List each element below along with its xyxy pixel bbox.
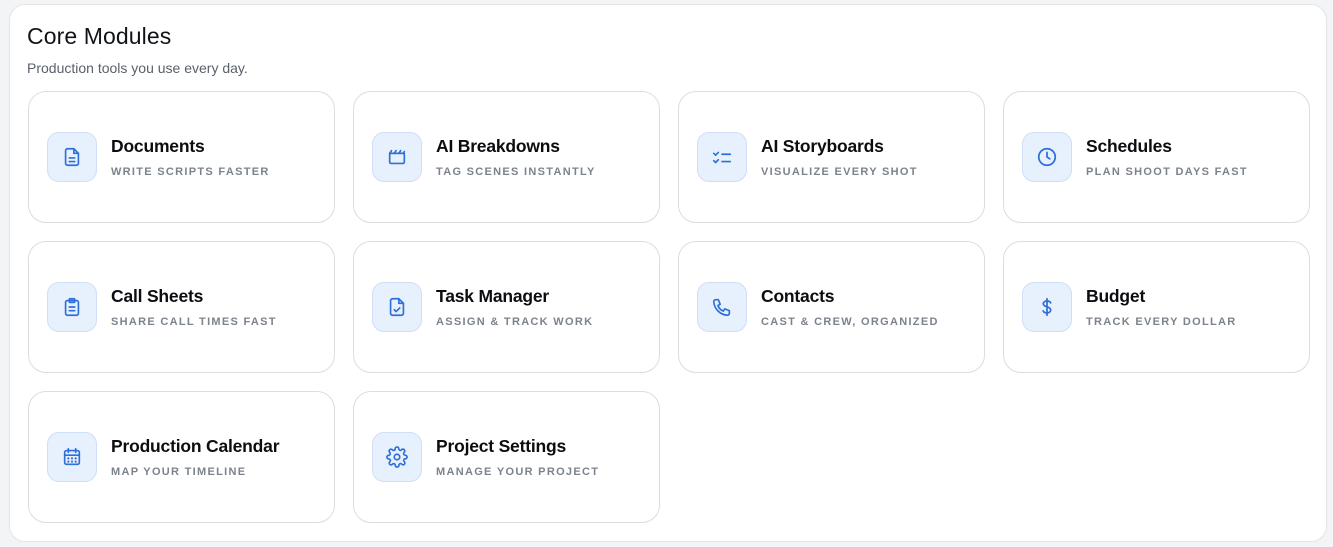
module-title: Contacts <box>761 286 835 306</box>
module-card-project-settings[interactable]: Project Settings MANAGE YOUR PROJECT <box>353 391 660 523</box>
module-title: Call Sheets <box>111 286 204 306</box>
module-subtitle: TAG SCENES INSTANTLY <box>436 166 596 178</box>
module-title: Budget <box>1086 286 1146 306</box>
module-card-schedules[interactable]: Schedules PLAN SHOOT DAYS FAST <box>1003 91 1310 223</box>
clapperboard-icon <box>372 132 422 182</box>
phone-icon <box>697 282 747 332</box>
modules-grid: Documents WRITE SCRIPTS FASTER AI Breakd… <box>28 91 1310 523</box>
module-card-contacts[interactable]: Contacts CAST & CREW, ORGANIZED <box>678 241 985 373</box>
module-title: Schedules <box>1086 136 1172 156</box>
module-subtitle: WRITE SCRIPTS FASTER <box>111 166 270 178</box>
dollar-icon <box>1022 282 1072 332</box>
module-subtitle: MAP YOUR TIMELINE <box>111 466 247 478</box>
module-subtitle: TRACK EVERY DOLLAR <box>1086 316 1237 328</box>
document-icon <box>47 132 97 182</box>
module-title: Documents <box>111 136 205 156</box>
module-subtitle: ASSIGN & TRACK WORK <box>436 316 594 328</box>
module-card-task-manager[interactable]: Task Manager ASSIGN & TRACK WORK <box>353 241 660 373</box>
section-subtitle: Production tools you use every day. <box>27 60 248 76</box>
module-card-call-sheets[interactable]: Call Sheets SHARE CALL TIMES FAST <box>28 241 335 373</box>
module-subtitle: SHARE CALL TIMES FAST <box>111 316 277 328</box>
calendar-icon <box>47 432 97 482</box>
module-card-ai-breakdowns[interactable]: AI Breakdowns TAG SCENES INSTANTLY <box>353 91 660 223</box>
core-modules-panel: Core Modules Production tools you use ev… <box>9 4 1327 542</box>
module-title: Project Settings <box>436 436 567 456</box>
module-title: Task Manager <box>436 286 550 306</box>
checklist-icon <box>697 132 747 182</box>
module-card-budget[interactable]: Budget TRACK EVERY DOLLAR <box>1003 241 1310 373</box>
module-card-production-calendar[interactable]: Production Calendar MAP YOUR TIMELINE <box>28 391 335 523</box>
gear-icon <box>372 432 422 482</box>
clock-icon <box>1022 132 1072 182</box>
module-subtitle: PLAN SHOOT DAYS FAST <box>1086 166 1248 178</box>
file-check-icon <box>372 282 422 332</box>
module-title: Production Calendar <box>111 436 280 456</box>
clipboard-icon <box>47 282 97 332</box>
module-subtitle: MANAGE YOUR PROJECT <box>436 466 600 478</box>
module-title: AI Breakdowns <box>436 136 560 156</box>
module-title: AI Storyboards <box>761 136 884 156</box>
module-card-documents[interactable]: Documents WRITE SCRIPTS FASTER <box>28 91 335 223</box>
module-card-ai-storyboards[interactable]: AI Storyboards VISUALIZE EVERY SHOT <box>678 91 985 223</box>
module-subtitle: CAST & CREW, ORGANIZED <box>761 316 939 328</box>
module-subtitle: VISUALIZE EVERY SHOT <box>761 166 918 178</box>
section-title: Core Modules <box>27 23 172 49</box>
